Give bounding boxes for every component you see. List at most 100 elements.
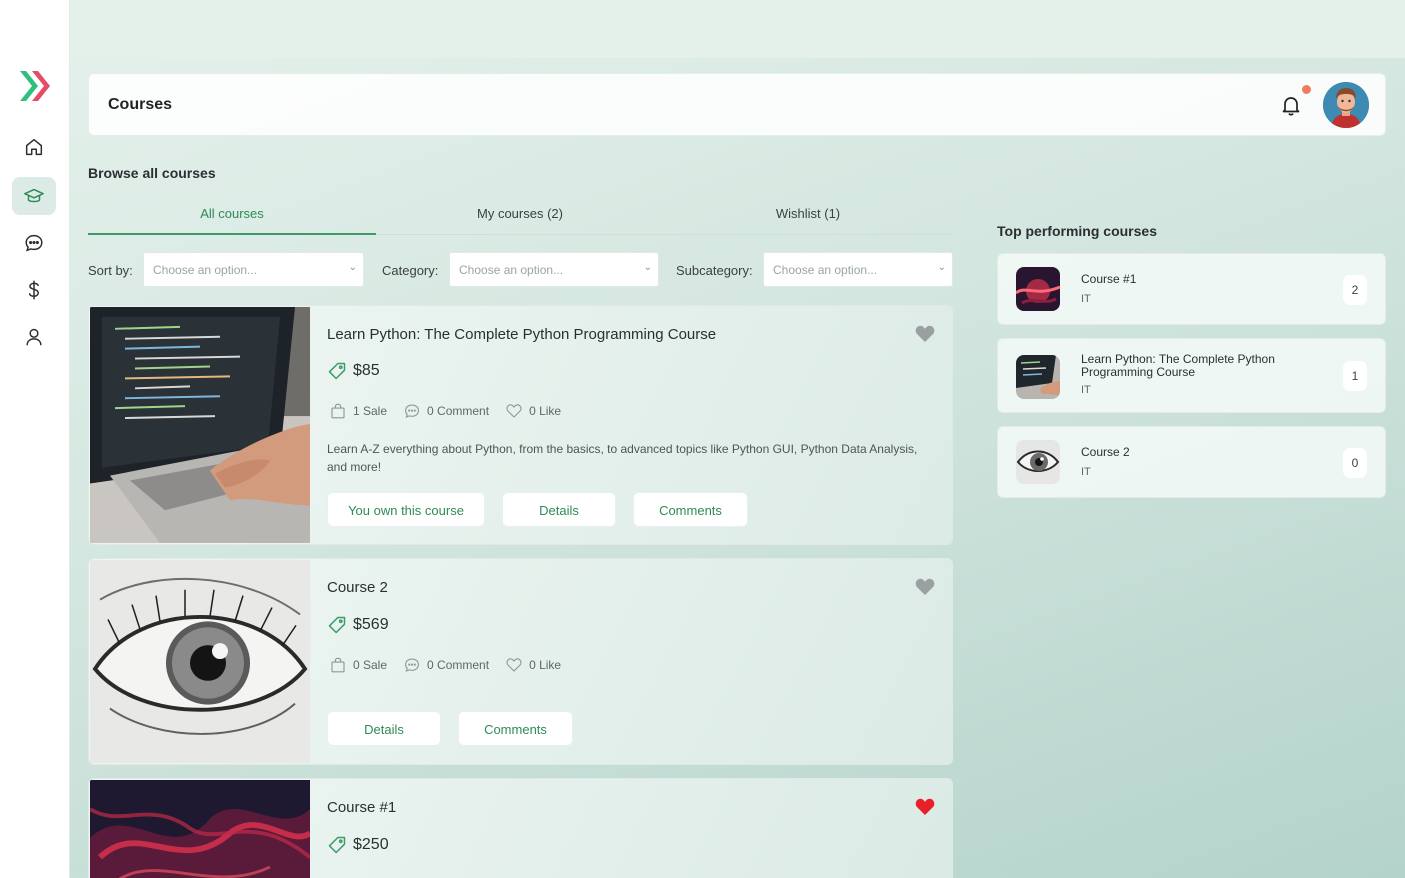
wishlist-heart-icon[interactable] — [915, 798, 935, 816]
page-title: Courses — [108, 96, 173, 113]
top-course-thumbnail — [1016, 355, 1060, 399]
course-price: $569 — [353, 616, 389, 633]
subcategory-select-placeholder: Choose an option... — [773, 263, 878, 277]
sidebar-item-home[interactable] — [12, 128, 56, 166]
course-price: $250 — [353, 836, 389, 853]
own-course-button[interactable]: You own this course — [327, 492, 485, 527]
sidebar — [0, 0, 70, 878]
sales-stat: 0 Sale — [329, 656, 387, 674]
sales-count: 1 Sale — [353, 404, 388, 418]
sort-select[interactable]: Choose an option... ⌄ — [143, 252, 364, 287]
top-course-category: IT — [1081, 384, 1091, 396]
sidebar-item-payments[interactable] — [12, 271, 56, 309]
sidebar-item-messages[interactable] — [12, 224, 56, 262]
top-strip — [70, 0, 1405, 58]
sidebar-item-courses[interactable] — [12, 177, 56, 215]
eye-drawing-image — [1016, 440, 1060, 484]
red-nebula-image — [1016, 267, 1060, 311]
price-row: $250 — [327, 835, 389, 855]
top-course-name: Course 2 — [1081, 445, 1130, 459]
laptop-image — [90, 307, 310, 543]
course-card: Learn Python: The Complete Python Progra… — [88, 305, 953, 545]
avatar-illustration — [1323, 82, 1369, 128]
top-course-category: IT — [1081, 466, 1091, 478]
sidebar-item-profile[interactable] — [12, 318, 56, 356]
course-title[interactable]: Course 2 — [327, 579, 388, 596]
chat-icon — [25, 234, 43, 252]
price-tag-icon — [328, 616, 346, 634]
filters-bar: Sort by: Choose an option... ⌄ Category:… — [88, 252, 953, 288]
red-nebula-image — [90, 780, 310, 878]
comments-count: 0 Comment — [427, 404, 490, 418]
heart-outline-icon — [506, 658, 522, 672]
comment-icon — [405, 658, 419, 672]
comments-count: 0 Comment — [427, 658, 490, 672]
likes-count: 0 Like — [529, 658, 562, 672]
tab-my-courses[interactable]: My courses (2) — [376, 200, 664, 235]
course-title[interactable]: Course #1 — [327, 799, 396, 816]
course-tabs: All courses My courses (2) Wishlist (1) — [88, 200, 953, 235]
comments-button[interactable]: Comments — [458, 711, 573, 746]
chevron-down-icon: ⌄ — [937, 262, 946, 273]
chevron-down-icon: ⌄ — [348, 262, 357, 273]
course-thumbnail[interactable] — [90, 780, 310, 878]
course-price: $85 — [353, 362, 380, 379]
comments-button[interactable]: Comments — [633, 492, 748, 527]
course-thumbnail[interactable] — [90, 307, 310, 543]
notification-dot — [1302, 85, 1311, 94]
top-courses-title: Top performing courses — [997, 223, 1157, 239]
tab-all-courses[interactable]: All courses — [88, 200, 376, 235]
sort-select-placeholder: Choose an option... — [153, 263, 258, 277]
wishlist-heart-icon[interactable] — [915, 325, 935, 343]
user-icon — [26, 328, 42, 346]
course-card: Course #1 $250 — [88, 778, 953, 878]
price-row: $569 — [327, 615, 389, 635]
notification-bell-icon[interactable] — [1279, 93, 1303, 117]
top-course-count-badge: 0 — [1343, 448, 1367, 478]
course-stats: 0 Sale 0 Comment 0 Like — [329, 656, 577, 674]
page-header: Courses — [88, 73, 1386, 136]
price-tag-icon — [328, 362, 346, 380]
shopping-bag-icon — [331, 403, 345, 419]
browse-title: Browse all courses — [88, 165, 216, 181]
likes-stat: 0 Like — [505, 656, 561, 674]
category-select[interactable]: Choose an option... ⌄ — [449, 252, 659, 287]
subcategory-label: Subcategory: — [676, 263, 753, 278]
avatar[interactable] — [1323, 82, 1369, 128]
top-course-count-badge: 2 — [1343, 275, 1367, 305]
top-course-count-badge: 1 — [1343, 361, 1367, 391]
details-button[interactable]: Details — [502, 492, 616, 527]
details-button[interactable]: Details — [327, 711, 441, 746]
home-icon — [25, 138, 43, 156]
top-course-item[interactable]: Learn Python: The Complete Python Progra… — [997, 338, 1386, 413]
top-course-name: Learn Python: The Complete Python Progra… — [1081, 352, 1275, 379]
app-logo[interactable] — [18, 69, 54, 103]
laptop-image — [1016, 355, 1060, 399]
category-label: Category: — [382, 263, 439, 278]
top-course-item[interactable]: Course #1 IT 2 — [997, 253, 1386, 325]
course-stats: 1 Sale 0 Comment 0 Like — [329, 402, 577, 420]
wishlist-heart-icon[interactable] — [915, 578, 935, 596]
course-card: Course 2 $569 0 Sale 0 Comment 0 Like De… — [88, 558, 953, 765]
top-course-item[interactable]: Course 2 IT 0 — [997, 426, 1386, 498]
course-title[interactable]: Learn Python: The Complete Python Progra… — [327, 326, 716, 343]
sort-label: Sort by: — [88, 263, 133, 278]
graduation-cap-icon — [24, 188, 44, 203]
category-select-placeholder: Choose an option... — [459, 263, 564, 277]
top-course-category: IT — [1081, 293, 1091, 305]
sales-stat: 1 Sale — [329, 402, 387, 420]
comment-icon — [405, 404, 419, 418]
subcategory-select[interactable]: Choose an option... ⌄ — [763, 252, 953, 287]
chevron-down-icon: ⌄ — [643, 262, 652, 273]
heart-outline-icon — [506, 404, 522, 418]
tab-wishlist[interactable]: Wishlist (1) — [664, 200, 952, 235]
course-description: Learn A-Z everything about Python, from … — [327, 442, 918, 474]
top-course-thumbnail — [1016, 440, 1060, 484]
dollar-icon — [28, 280, 39, 300]
shopping-bag-icon — [331, 657, 345, 673]
price-tag-icon — [328, 836, 346, 854]
likes-stat: 0 Like — [505, 402, 561, 420]
price-row: $85 — [327, 361, 380, 381]
likes-count: 0 Like — [529, 404, 562, 418]
course-thumbnail[interactable] — [90, 560, 310, 763]
